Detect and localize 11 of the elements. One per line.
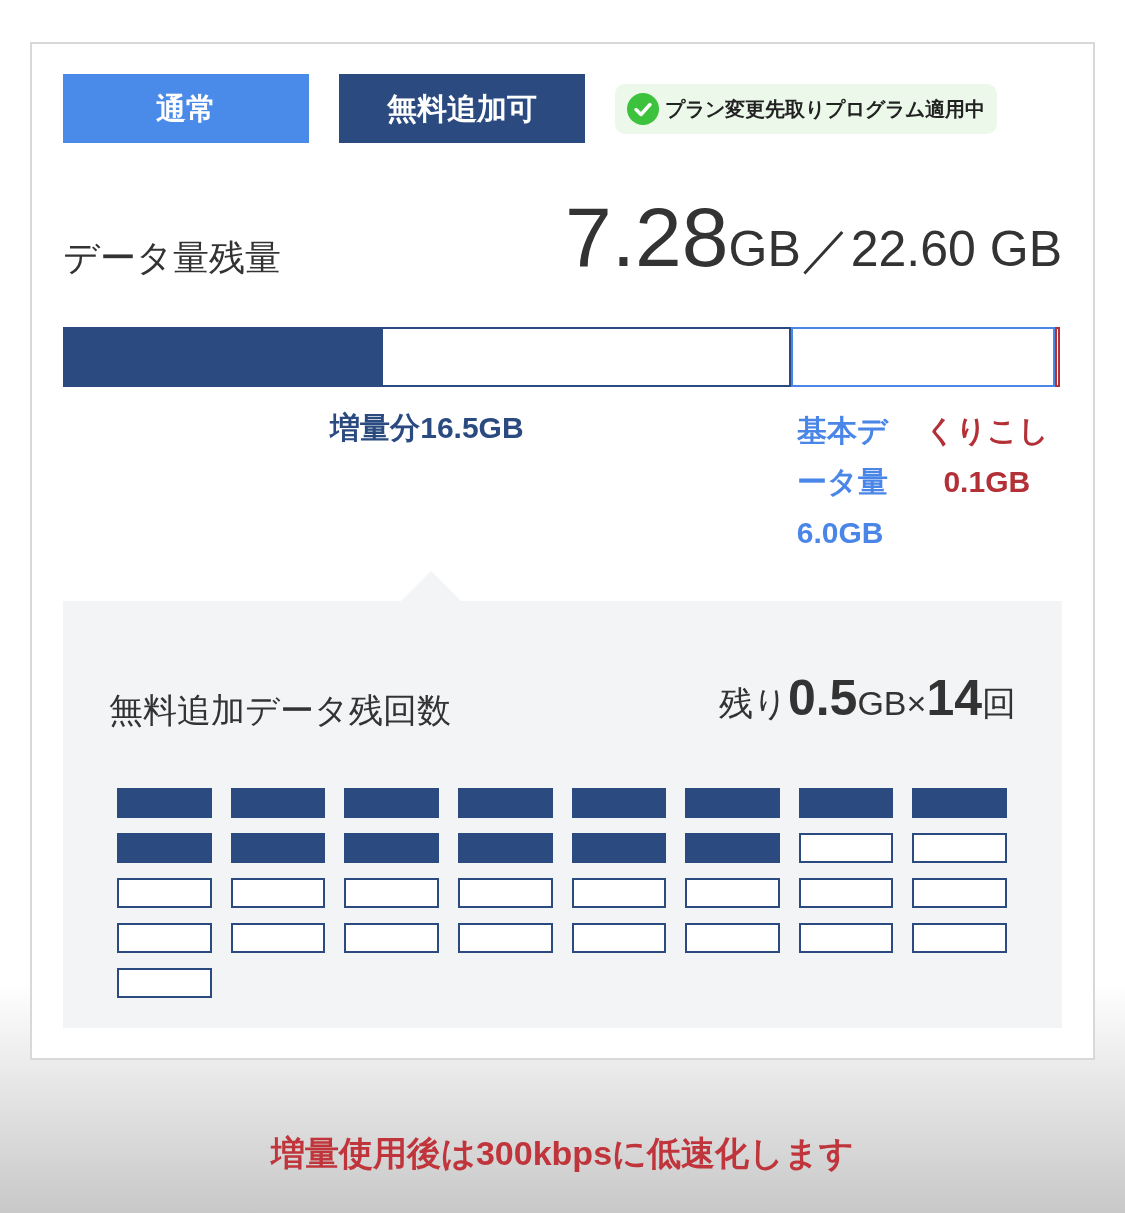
mode-button[interactable]: 無料追加可 [339,74,585,143]
status-badge: プラン変更先取りプログラム適用中 [615,83,997,134]
notice-text: 増量使用後は300kbpsに低速化します [270,1133,855,1174]
segment-label: くりこし0.1GB [923,413,1050,500]
remaining-amount: 7.28GB／22.60 GB [565,195,1062,286]
remaining-count: 残り 0.5GB×14回 [718,669,1016,728]
check-icon [627,92,659,125]
remaining-label: データ量残量 [63,236,281,280]
segment-label: 基本データ量6.0GB [796,413,890,551]
segment-label: 増量分16.5GB [330,410,524,446]
free-add-label: 無料追加データ残回数 [109,690,451,731]
